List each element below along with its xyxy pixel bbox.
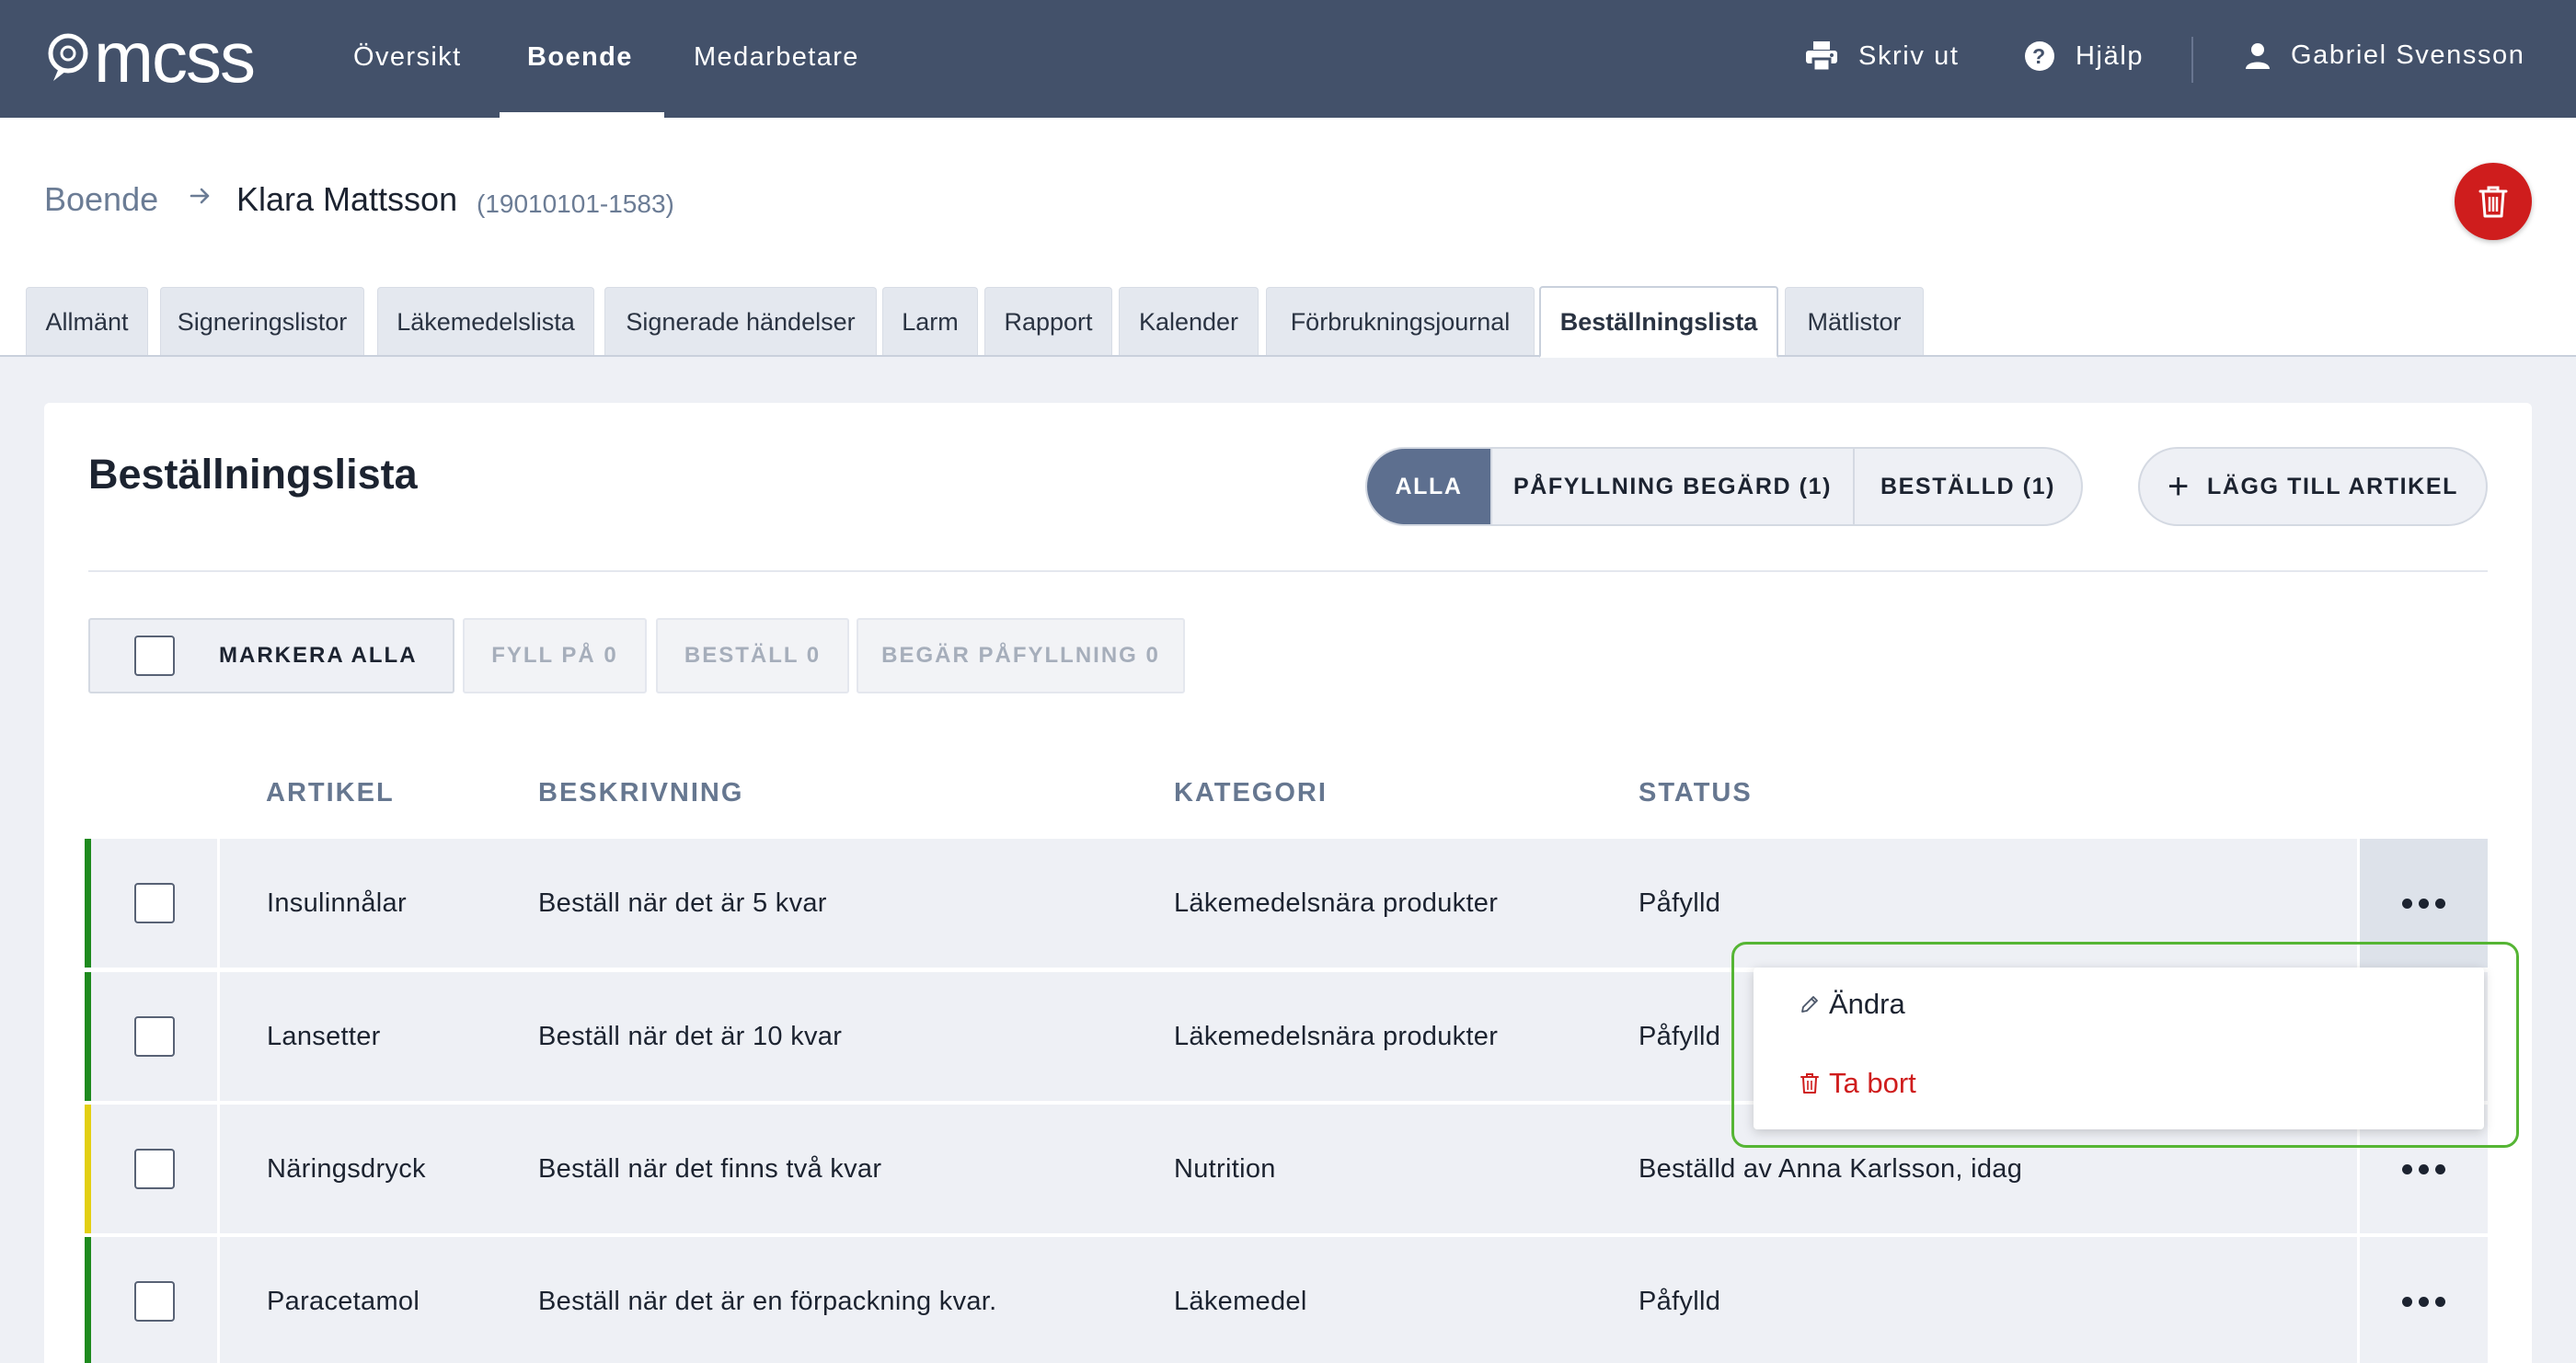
plus-icon: + — [2168, 466, 2191, 507]
article-name: Näringsdryck — [267, 1153, 426, 1184]
status-indicator — [85, 1237, 91, 1363]
toolbar-separator — [2191, 37, 2193, 83]
column-header-article[interactable]: ARTIKEL — [266, 778, 395, 808]
menu-item-edit-label: Ändra — [1829, 988, 1905, 1020]
tab-forbrukningsjournal[interactable]: Förbrukningsjournal — [1266, 287, 1535, 357]
article-name: Paracetamol — [267, 1286, 420, 1316]
tab-lakemedelslista[interactable]: Läkemedelslista — [377, 287, 594, 357]
tab-matlistor[interactable]: Mätlistor — [1785, 287, 1924, 357]
help-icon: ? — [2025, 41, 2054, 71]
svg-text:?: ? — [2032, 44, 2047, 68]
print-button[interactable]: Skriv ut — [1805, 40, 1960, 72]
select-all-checkbox[interactable] — [134, 636, 175, 676]
more-options-icon — [2402, 1296, 2445, 1307]
row-checkbox[interactable] — [133, 883, 175, 923]
select-all-button[interactable]: MARKERA ALLA — [88, 618, 454, 693]
article-description: Beställ när det är 5 kvar — [538, 888, 827, 918]
nav-item-boende[interactable]: Boende — [527, 42, 633, 73]
status-indicator — [85, 972, 91, 1101]
request-refill-button[interactable]: BEGÄR PÅFYLLNING 0 — [857, 618, 1185, 693]
printer-icon — [1806, 41, 1837, 72]
tab-allmant[interactable]: Allmänt — [26, 287, 148, 357]
tab-bestallningslista[interactable]: Beställningslista — [1539, 286, 1778, 358]
resident-personal-number: (19010101-1583) — [477, 189, 674, 218]
print-label: Skriv ut — [1858, 40, 1960, 71]
status-indicator — [85, 1105, 91, 1233]
article-status: Påfylld — [1639, 1021, 1721, 1051]
top-navigation-bar: mcss Översikt Boende Medarbetare Skriv u… — [0, 0, 2576, 118]
row-more-button[interactable] — [2357, 1237, 2488, 1363]
more-options-icon — [2402, 898, 2445, 909]
trash-icon — [1800, 1073, 1819, 1094]
select-all-label: MARKERA ALLA — [219, 643, 418, 668]
user-name: Gabriel Svensson — [2291, 40, 2525, 70]
article-description: Beställ när det finns två kvar — [538, 1153, 882, 1184]
status-filter-group: ALLA PÅFYLLNING BEGÄRD (1) BESTÄLLD (1) — [1365, 447, 2083, 526]
column-header-status[interactable]: STATUS — [1639, 778, 1753, 808]
article-name: Insulinnålar — [267, 888, 407, 918]
row-checkbox[interactable] — [133, 1281, 175, 1322]
nav-item-medarbetare[interactable]: Medarbetare — [694, 42, 859, 73]
section-divider — [88, 570, 2488, 572]
add-article-button[interactable]: + LÄGG TILL ARTIKEL — [2138, 447, 2488, 526]
filter-ordered-button[interactable]: BESTÄLLD (1) — [1855, 449, 2081, 524]
filter-all-button[interactable]: ALLA — [1367, 449, 1492, 524]
article-category: Läkemedel — [1174, 1286, 1307, 1316]
pencil-icon — [1801, 996, 1818, 1013]
order-button[interactable]: BESTÄLL 0 — [656, 618, 849, 693]
article-status: Påfylld — [1639, 888, 1721, 918]
mcss-logo[interactable]: mcss — [46, 17, 256, 97]
refill-button[interactable]: FYLL PÅ 0 — [463, 618, 647, 693]
nav-active-indicator — [500, 112, 664, 118]
row-checkbox[interactable] — [133, 1016, 175, 1057]
resident-name: Klara Mattsson — [236, 180, 458, 218]
tab-rapport[interactable]: Rapport — [984, 287, 1112, 357]
user-menu-button[interactable]: Gabriel Svensson — [2245, 40, 2525, 71]
menu-item-delete[interactable]: Ta bort — [1800, 1067, 1916, 1100]
tab-signerade-handelser[interactable]: Signerade händelser — [604, 287, 877, 357]
article-description: Beställ när det är en förpackning kvar. — [538, 1286, 997, 1316]
tab-larm[interactable]: Larm — [882, 287, 978, 357]
article-name: Lansetter — [267, 1021, 381, 1051]
status-indicator — [85, 839, 91, 968]
article-category: Läkemedelsnära produkter — [1174, 1021, 1499, 1051]
menu-item-delete-label: Ta bort — [1829, 1067, 1916, 1099]
filter-refill-requested-button[interactable]: PÅFYLLNING BEGÄRD (1) — [1492, 449, 1855, 524]
breadcrumb-root-link[interactable]: Boende — [44, 180, 158, 219]
delete-resident-button[interactable] — [2455, 163, 2532, 240]
page-title: Beställningslista — [88, 451, 418, 498]
article-category: Nutrition — [1174, 1153, 1276, 1184]
row-context-menu: Ändra Ta bort — [1754, 968, 2484, 1129]
user-icon — [2246, 42, 2270, 69]
logo-mark-icon — [48, 33, 88, 81]
tab-kalender[interactable]: Kalender — [1119, 287, 1259, 357]
row-checkbox[interactable] — [133, 1149, 175, 1189]
article-description: Beställ när det är 10 kvar — [538, 1021, 843, 1051]
menu-item-edit[interactable]: Ändra — [1800, 988, 1905, 1021]
more-options-icon — [2402, 1163, 2445, 1174]
table-row[interactable]: Paracetamol Beställ när det är en förpac… — [85, 1237, 2488, 1363]
arrow-right-icon — [190, 188, 210, 204]
nav-item-oversikt[interactable]: Översikt — [353, 42, 462, 73]
article-category: Läkemedelsnära produkter — [1174, 888, 1499, 918]
article-status: Påfylld — [1639, 1286, 1721, 1316]
help-label: Hjälp — [2076, 40, 2145, 71]
tab-signeringslistor[interactable]: Signeringslistor — [160, 287, 364, 357]
trash-icon — [2478, 186, 2508, 218]
column-header-category[interactable]: KATEGORI — [1174, 778, 1328, 808]
column-header-description[interactable]: BESKRIVNING — [538, 778, 743, 808]
add-article-label: LÄGG TILL ARTIKEL — [2206, 473, 2458, 499]
logo-text: mcss — [94, 17, 256, 97]
help-button[interactable]: ? Hjälp — [2024, 40, 2144, 72]
